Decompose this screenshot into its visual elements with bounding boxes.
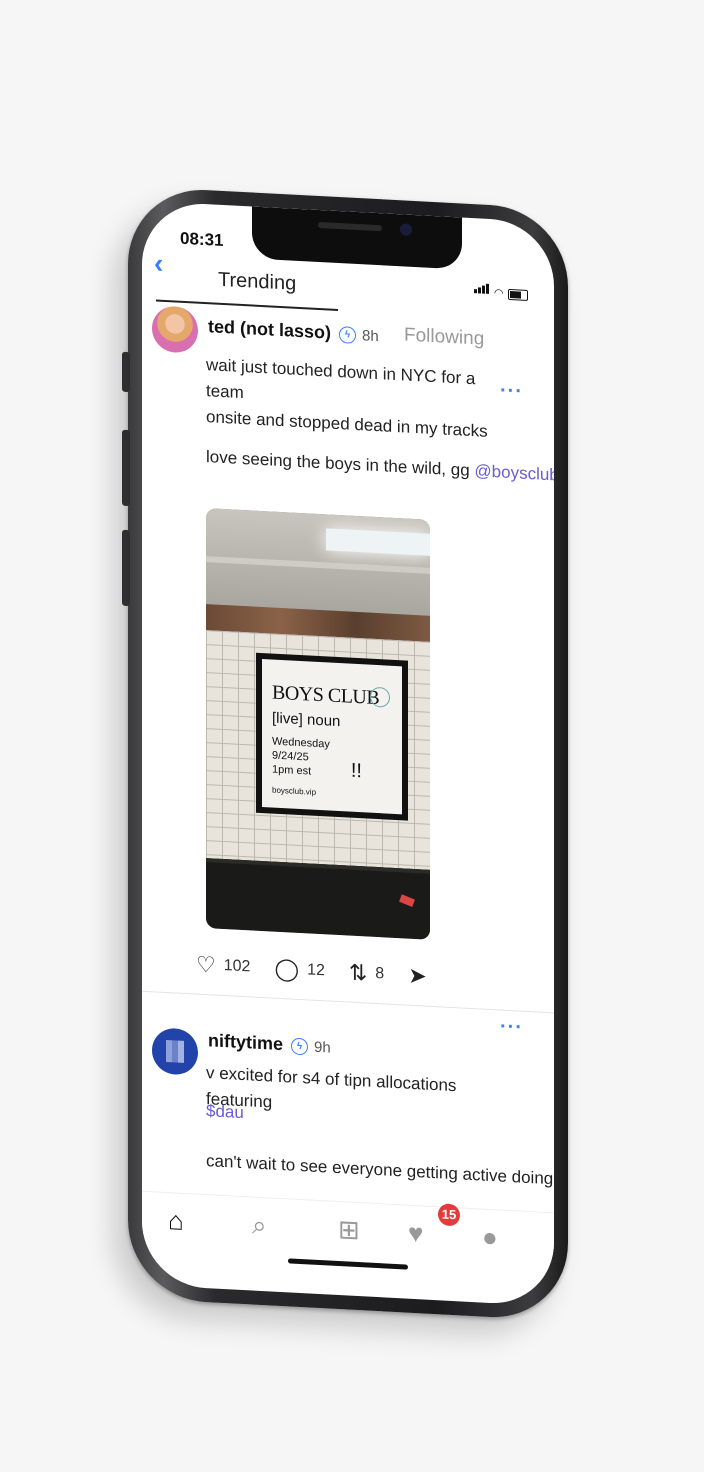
poster-line: Wednesday (272, 735, 330, 751)
mention-link[interactable]: @boysclub (474, 461, 554, 484)
recast-count: 8 (375, 964, 385, 983)
verified-icon: ϟ (291, 1037, 309, 1056)
post-image[interactable]: BOYS CLUB [live] noun Wednesday 9/24/25 … (206, 508, 430, 940)
poster-face: BOYS CLUB [live] noun Wednesday 9/24/25 … (262, 659, 402, 815)
volume-down-button (122, 529, 130, 607)
wifi-icon: ◠ (494, 287, 503, 300)
post-header: ted (not lasso) ϟ 8h (208, 316, 379, 346)
pixel-art-icon (166, 1039, 184, 1063)
post-time: 9h (314, 1038, 331, 1057)
verified-icon: ϟ (339, 325, 357, 344)
post-text: v excited for s4 of tipn allocations fea… (206, 1060, 526, 1129)
back-button[interactable]: ‹ (154, 247, 163, 278)
send-icon: ➤ (408, 962, 427, 989)
post-line: can't wait to see everyone getting activ… (206, 1151, 554, 1189)
heart-icon[interactable]: ♥ (408, 1218, 423, 1250)
post-text: wait just touched down in NYC for a team… (206, 352, 516, 446)
poster-subtitle: [live] noun (272, 709, 341, 731)
post-text: love seeing the boys in the wild, gg @bo… (206, 444, 554, 487)
screen: 08:31 ◠ ‹ Trending Following ted (not la… (142, 200, 554, 1307)
post-header: niftytime ϟ 9h (208, 1030, 331, 1057)
post-line: love seeing the boys in the wild, gg (206, 447, 470, 480)
status-time: 08:31 (180, 228, 224, 251)
reply-icon: ◯ (274, 955, 300, 982)
phone-frame: 08:31 ◠ ‹ Trending Following ted (not la… (122, 186, 568, 1322)
heart-icon: ♡ (196, 951, 216, 978)
mute-switch (122, 351, 130, 393)
reply-count: 12 (307, 961, 325, 980)
poster-line: 1pm est (272, 763, 312, 778)
like-button[interactable]: ♡ 102 (196, 952, 250, 981)
username[interactable]: niftytime (208, 1030, 283, 1054)
tab-bar: ⌂ ⌕ ⊞ ♥ 15 ● (142, 1190, 554, 1284)
tab-following[interactable]: Following (404, 324, 484, 350)
tab-trending[interactable]: Trending (218, 269, 296, 296)
poster-mark: !! (350, 759, 362, 783)
status-icons: ◠ (473, 280, 528, 301)
poster-line: 9/24/25 (272, 749, 309, 764)
like-count: 102 (223, 957, 251, 976)
camera (400, 223, 412, 236)
seal-icon (370, 686, 390, 708)
battery-icon (508, 288, 528, 301)
username[interactable]: ted (not lasso) (208, 316, 331, 342)
post-divider (142, 990, 554, 1014)
notification-badge: 15 (438, 1203, 460, 1227)
recast-icon: ⇅ (348, 959, 368, 986)
ticker-link[interactable]: $dau (206, 1098, 244, 1126)
speaker (318, 221, 382, 232)
volume-up-button (122, 429, 130, 507)
poster: BOYS CLUB [live] noun Wednesday 9/24/25 … (256, 652, 408, 821)
add-icon[interactable]: ⊞ (338, 1214, 360, 1246)
poster-title: BOYS CLUB (272, 681, 380, 710)
more-options-icon[interactable]: ··· (500, 1015, 523, 1039)
signal-icon (473, 280, 490, 299)
profile-icon[interactable]: ● (482, 1222, 498, 1254)
home-icon[interactable]: ⌂ (168, 1205, 184, 1237)
avatar[interactable] (152, 1027, 198, 1076)
reply-button[interactable]: ◯ 12 (274, 956, 324, 985)
share-button[interactable]: ➤ (408, 963, 434, 990)
post-time: 8h (362, 327, 379, 346)
poster-line: boysclub.vip (272, 785, 317, 797)
search-icon[interactable]: ⌕ (252, 1209, 267, 1242)
post-line: v excited for s4 of tipn allocations fea… (206, 1063, 457, 1112)
avatar[interactable] (152, 305, 198, 354)
recast-button[interactable]: ⇅ 8 (349, 960, 384, 988)
post-actions: ♡ 102 ◯ 12 ⇅ 8 ➤ (196, 952, 459, 992)
notch (252, 206, 462, 270)
